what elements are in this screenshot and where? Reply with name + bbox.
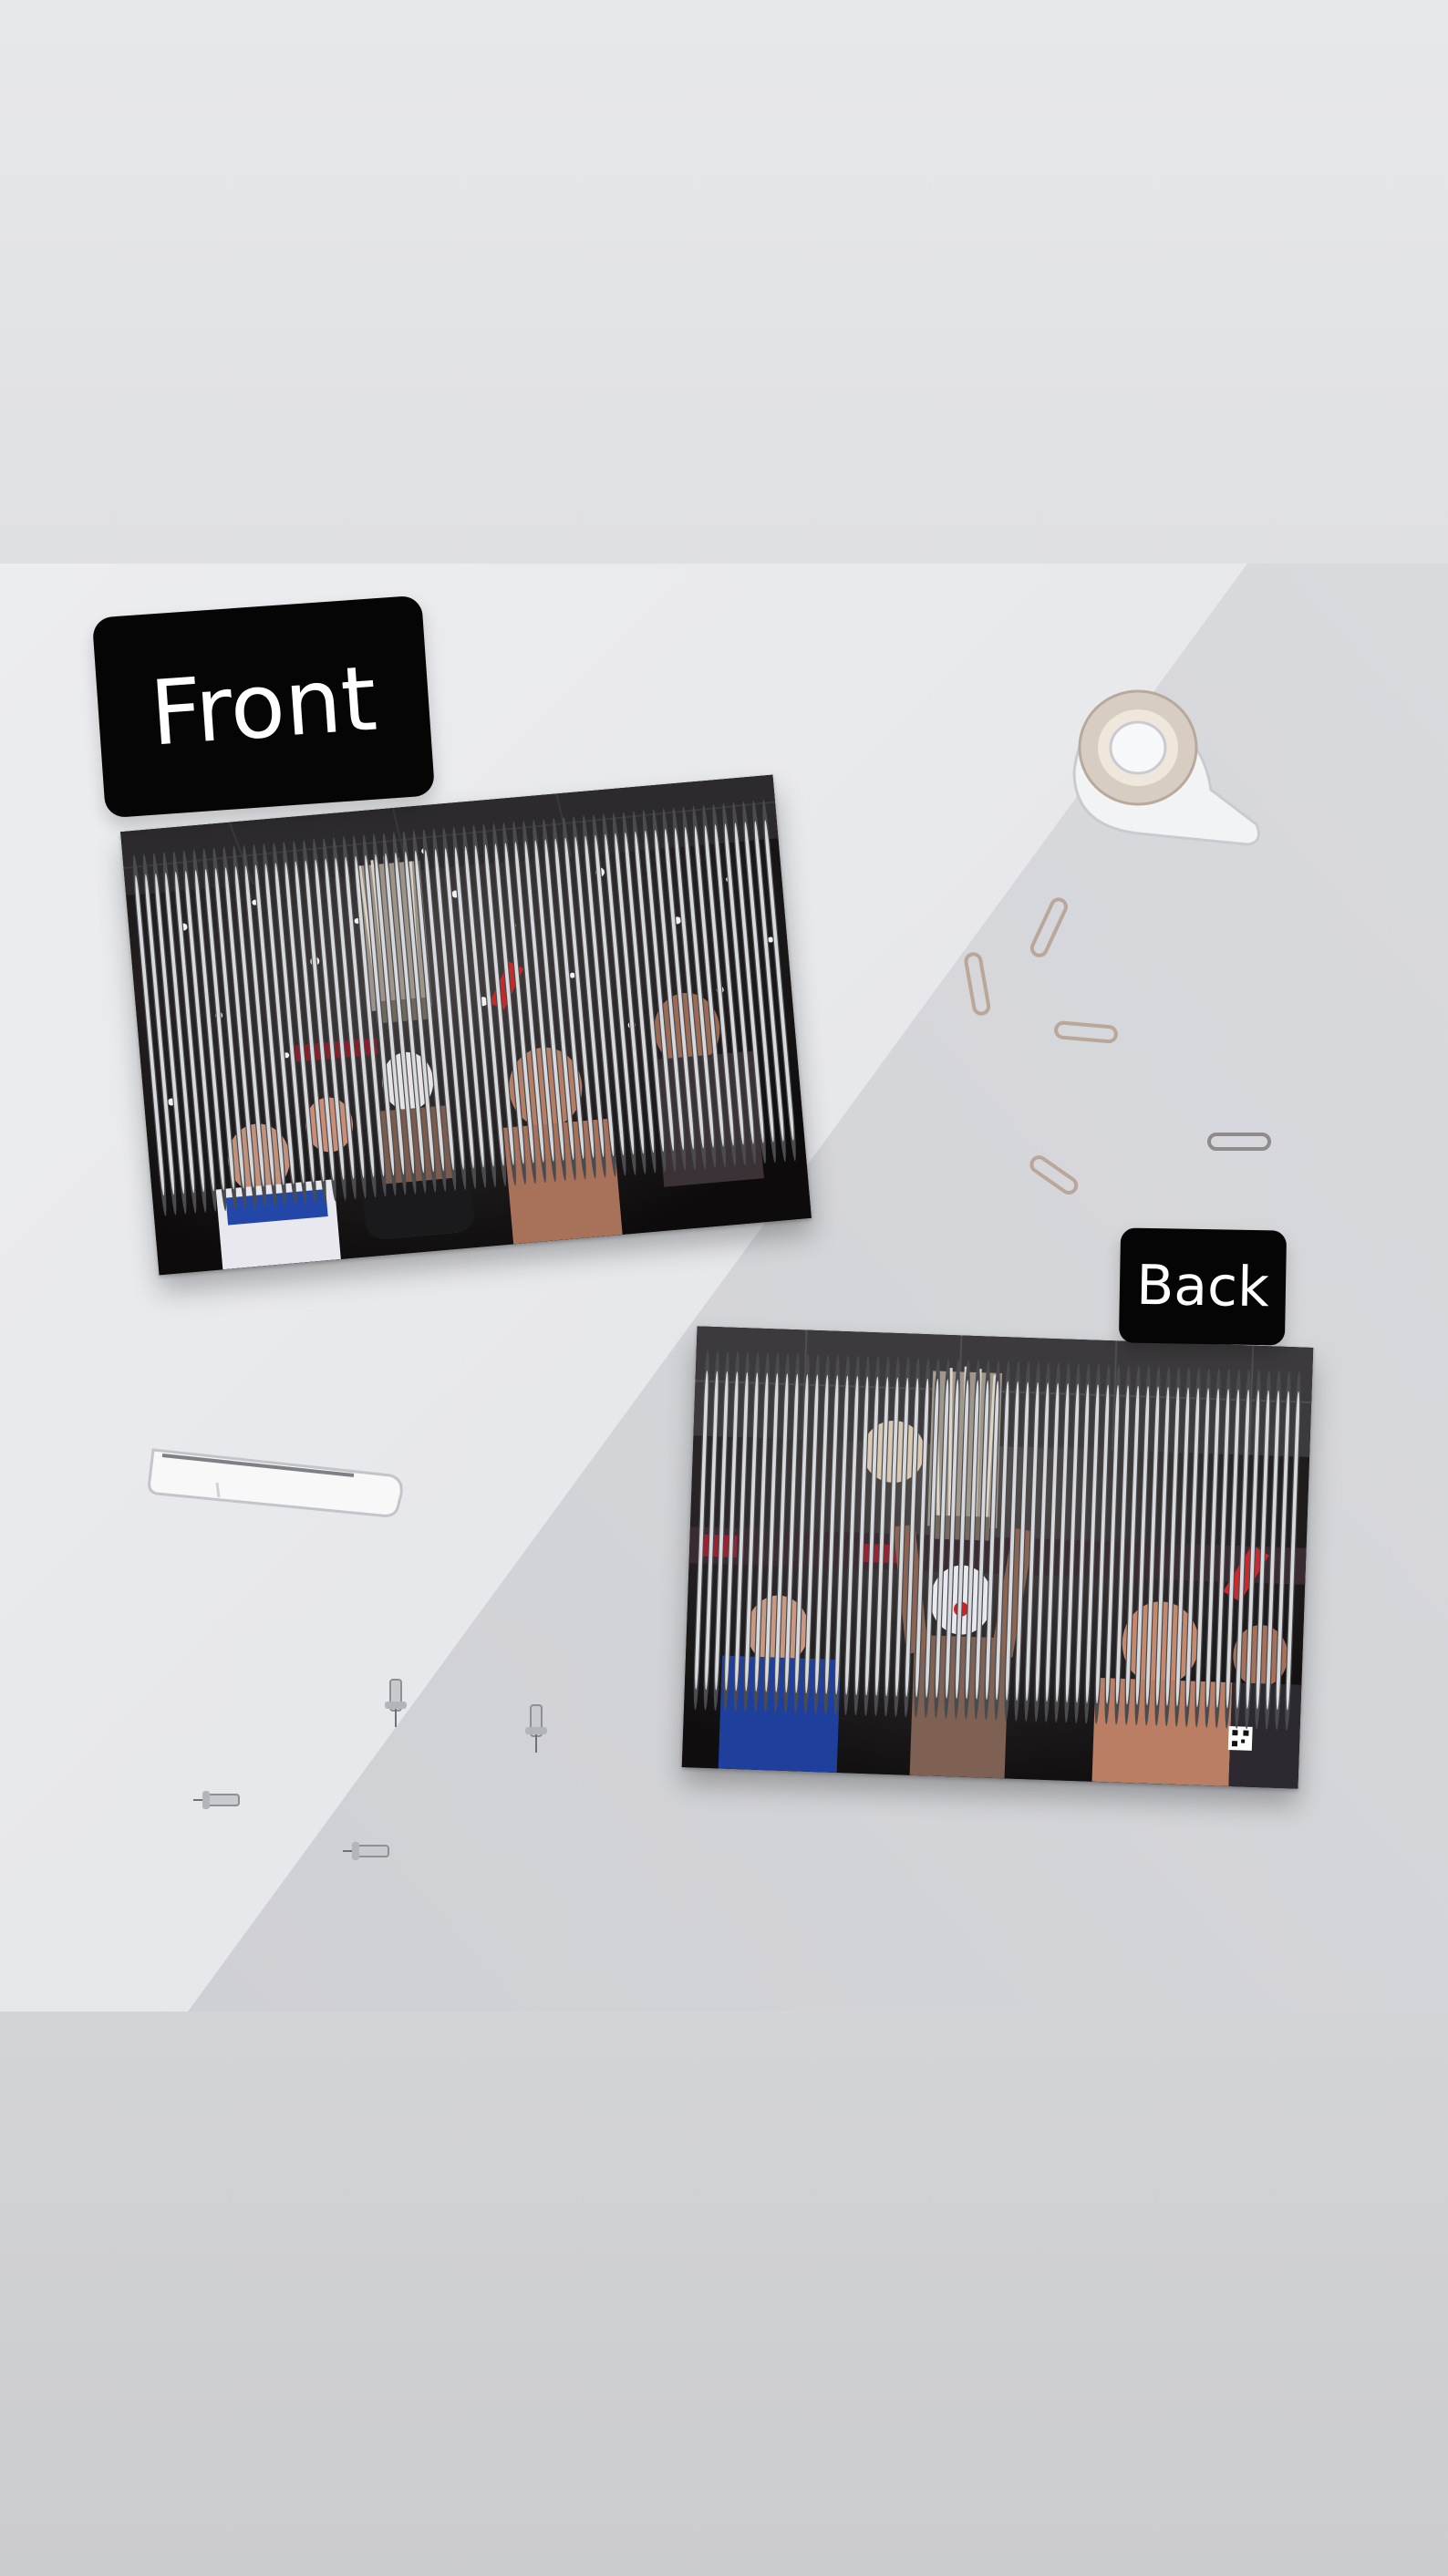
push-pin-icon (343, 1842, 389, 1860)
paper-clip-icon (964, 952, 991, 1016)
calendar-back-binding (693, 1350, 1301, 1731)
bottom-band (0, 2012, 1448, 2576)
push-pin-icon (525, 1704, 547, 1753)
paper-clip-icon (1030, 897, 1068, 957)
push-pin-icon (385, 1679, 407, 1727)
clip-icon (148, 1448, 403, 1517)
back-label: Back (1118, 1227, 1288, 1346)
paper-clip-icon (1054, 1020, 1118, 1044)
calendar-back (681, 1326, 1314, 1789)
paper-clip-icon (1207, 1133, 1271, 1151)
push-pin-icon (193, 1791, 240, 1809)
calendar-front (120, 774, 812, 1276)
tape-dispenser-icon (1072, 689, 1260, 846)
front-label: Front (91, 595, 436, 819)
top-band (0, 0, 1448, 564)
paper-clip-icon (1029, 1155, 1079, 1195)
calendar-front-binding (132, 799, 796, 1216)
product-mockup: Front Back (0, 0, 1448, 2576)
